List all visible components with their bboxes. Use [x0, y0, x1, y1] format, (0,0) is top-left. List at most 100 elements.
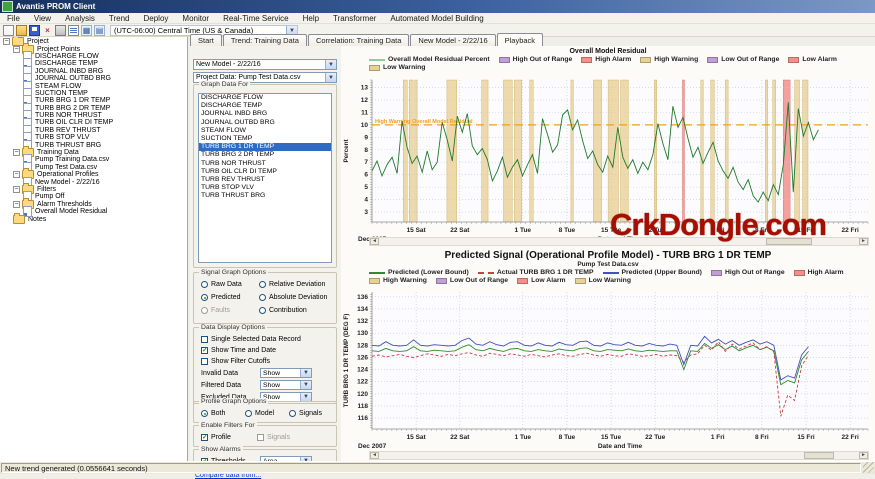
graph-data-list[interactable]: DISCHARGE FLOWDISCHARGE TEMPJOURNAL INBD… [198, 93, 332, 263]
scroll-right-icon[interactable]: ► [859, 238, 868, 245]
check-unchecked-icon[interactable] [201, 358, 208, 365]
svg-text:Percent: Percent [343, 139, 350, 163]
chart-hscrollbar[interactable]: ◄ ► [369, 451, 869, 460]
list-item-journal-outbd-brg[interactable]: JOURNAL OUTBD BRG [199, 119, 331, 127]
list-item-turb-oil-clr-di-temp[interactable]: TURB OIL CLR DI TEMP [199, 168, 331, 176]
tree-item-label: DISCHARGE TEMP [35, 60, 98, 67]
radio-checked-icon[interactable] [201, 294, 208, 301]
radio-unchecked-icon[interactable] [201, 281, 208, 288]
control-label: Show Filter Cutoffs [211, 358, 270, 365]
list-item-turb-brg-2-dr-temp[interactable]: TURB BRG 2 DR TEMP [199, 151, 331, 159]
model-tree-icon[interactable]: ▦ [81, 25, 92, 36]
save-icon[interactable] [29, 25, 40, 36]
tab-start[interactable]: Start [190, 34, 222, 46]
radio-checked-icon[interactable] [201, 410, 208, 417]
resize-grip[interactable] [863, 462, 874, 473]
radio-signals[interactable]: Signals [289, 410, 322, 417]
report-icon[interactable] [68, 25, 79, 36]
menu-analysis[interactable]: Analysis [58, 14, 102, 23]
chevron-down-icon[interactable]: ▼ [300, 369, 311, 377]
chevron-down-icon[interactable]: ▼ [325, 60, 336, 69]
menu-deploy[interactable]: Deploy [137, 14, 176, 23]
list-item-discharge-flow[interactable]: DISCHARGE FLOW [199, 94, 331, 102]
scroll-right-icon[interactable]: ► [859, 452, 868, 459]
tree-item-label: Training Data [37, 149, 79, 156]
tab-new-model-2-22-16[interactable]: New Model - 2/22/16 [410, 34, 495, 46]
print-icon[interactable] [55, 25, 66, 36]
tab-playback[interactable]: Playback [497, 33, 543, 46]
tree-item-overall-model-residual[interactable]: Overall Model Residual [0, 208, 187, 215]
list-item-discharge-temp[interactable]: DISCHARGE TEMP [199, 102, 331, 110]
chevron-down-icon[interactable]: ▼ [325, 73, 336, 82]
window-title: Avantis PROM Client [16, 2, 95, 11]
menu-help[interactable]: Help [296, 14, 326, 23]
list-item-turb-thrust-brg[interactable]: TURB THRUST BRG [199, 192, 331, 200]
tree-expander-icon[interactable]: − [13, 186, 20, 193]
radio-absolute-deviation[interactable]: Absolute Deviation [259, 294, 327, 301]
delete-icon[interactable]: × [42, 25, 53, 36]
menu-trend[interactable]: Trend [102, 14, 137, 23]
legend-swatch [436, 278, 447, 284]
list-item-turb-brg-1-dr-temp[interactable]: TURB BRG 1 DR TEMP [199, 143, 331, 151]
scroll-thumb[interactable] [804, 452, 834, 459]
scroll-left-icon[interactable]: ◄ [370, 452, 379, 459]
legend-label: Low Out of Range [721, 56, 779, 63]
radio-predicted[interactable]: Predicted [201, 294, 241, 301]
menu-automated-model-building[interactable]: Automated Model Building [383, 14, 490, 23]
radio-contribution[interactable]: Contribution [259, 307, 307, 314]
list-item-suction-temp[interactable]: SUCTION TEMP [199, 135, 331, 143]
legend-label: High Alarm [808, 269, 844, 276]
svg-text:128: 128 [357, 342, 368, 349]
list-item-turb-nor-thrust[interactable]: TURB NOR THRUST [199, 160, 331, 168]
check-show-filter-cutoffs[interactable]: Show Filter Cutoffs [201, 358, 270, 365]
tree-expander-icon[interactable]: − [3, 38, 10, 45]
check-checked-icon[interactable]: ✓ [201, 347, 208, 354]
scroll-left-icon[interactable]: ◄ [370, 238, 379, 245]
group-label: Profile Graph Options [199, 398, 268, 405]
check-checked-icon[interactable]: ✓ [201, 434, 208, 441]
model-select[interactable]: New Model - 2/22/16 ▼ [193, 59, 337, 70]
radio-model[interactable]: Model [245, 410, 274, 417]
list-item-steam-flow[interactable]: STEAM FLOW [199, 127, 331, 135]
menu-monitor[interactable]: Monitor [175, 14, 216, 23]
radio-both[interactable]: Both [201, 410, 225, 417]
radio-unchecked-icon[interactable] [259, 281, 266, 288]
chevron-down-icon[interactable]: ▼ [300, 393, 311, 401]
menu-file[interactable]: File [0, 14, 27, 23]
menu-transformer[interactable]: Transformer [326, 14, 383, 23]
tree-expander-icon[interactable]: − [13, 201, 20, 208]
check-unchecked-icon[interactable] [201, 336, 208, 343]
radio-unchecked-icon[interactable] [289, 410, 296, 417]
radio-unchecked-icon[interactable] [259, 307, 266, 314]
open-icon[interactable] [16, 25, 27, 36]
check-unchecked-icon[interactable] [257, 434, 264, 441]
menu-view[interactable]: View [27, 14, 58, 23]
new-icon[interactable] [3, 25, 14, 36]
list-item-turb-rev-thrust[interactable]: TURB REV THRUST [199, 176, 331, 184]
select-label-invalid-data: Invalid Data [201, 370, 238, 377]
legend-label: Overall Model Residual Percent [388, 56, 490, 63]
svg-text:10: 10 [361, 122, 369, 129]
radio-unchecked-icon[interactable] [245, 410, 252, 417]
tree-expander-icon[interactable]: − [13, 149, 20, 156]
check-show-time-and-date[interactable]: ✓Show Time and Date [201, 347, 276, 354]
list-item-turb-stop-vlv[interactable]: TURB STOP VLV [199, 184, 331, 192]
tab-trend-training-data[interactable]: Trend: Training Data [223, 34, 307, 46]
check-single-selected-data-record[interactable]: Single Selected Data Record [201, 336, 301, 343]
select-invalid-data[interactable]: Show▼ [260, 368, 312, 378]
chevron-down-icon[interactable]: ▼ [300, 381, 311, 389]
radio-unchecked-icon[interactable] [201, 307, 208, 314]
menu-real-time-service[interactable]: Real-Time Service [216, 14, 296, 23]
check-profile[interactable]: ✓Profile [201, 434, 231, 441]
data-grid-icon[interactable]: ▤ [94, 25, 105, 36]
tree-expander-icon[interactable]: − [13, 46, 20, 53]
radio-raw-data[interactable]: Raw Data [201, 281, 242, 288]
tab-correlation-training-data[interactable]: Correlation: Training Data [308, 34, 409, 46]
graph-data-for-group: Graph Data For DISCHARGE FLOWDISCHARGE T… [193, 84, 337, 268]
legend-label: High Warning [383, 277, 427, 284]
radio-relative-deviation[interactable]: Relative Deviation [259, 281, 325, 288]
list-item-journal-inbd-brg[interactable]: JOURNAL INBD BRG [199, 110, 331, 118]
select-filtered-data[interactable]: Show▼ [260, 380, 312, 390]
radio-unchecked-icon[interactable] [259, 294, 266, 301]
tree-expander-icon[interactable]: − [13, 171, 20, 178]
